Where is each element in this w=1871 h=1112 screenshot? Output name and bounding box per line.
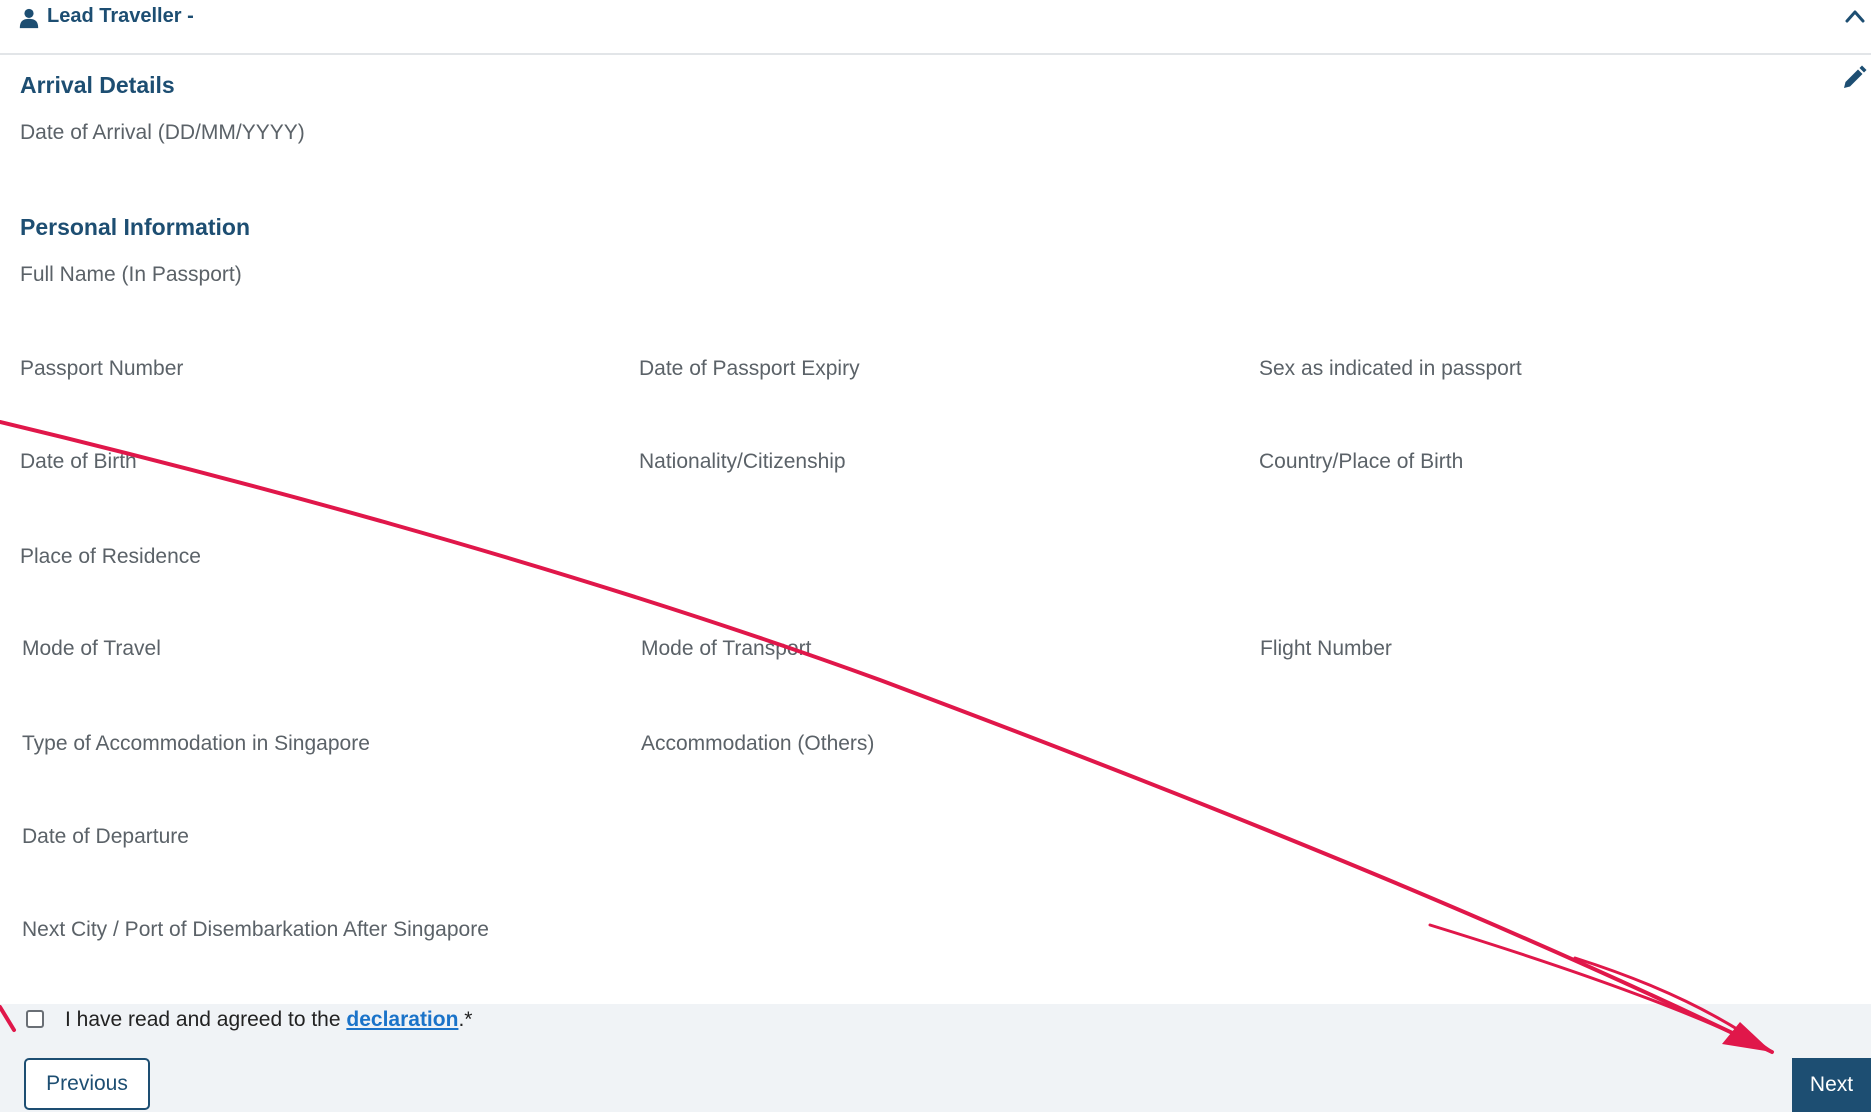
arrival-details-heading: Arrival Details bbox=[20, 72, 175, 98]
next-button[interactable]: Next bbox=[1792, 1058, 1871, 1112]
annotation-arrow bbox=[0, 420, 1774, 1054]
next-city-label: Next City / Port of Disembarkation After… bbox=[22, 918, 489, 941]
user-icon bbox=[19, 8, 39, 29]
date-of-birth-label: Date of Birth bbox=[20, 450, 137, 473]
passport-number-label: Passport Number bbox=[20, 357, 184, 380]
full-name-label: Full Name (In Passport) bbox=[20, 263, 242, 286]
previous-button[interactable]: Previous bbox=[24, 1058, 150, 1110]
lead-traveller-header[interactable]: Lead Traveller - bbox=[0, 0, 1871, 55]
date-of-departure-label: Date of Departure bbox=[22, 825, 189, 848]
accommodation-type-label: Type of Accommodation in Singapore bbox=[22, 732, 370, 755]
lead-traveller-title: Lead Traveller - bbox=[47, 5, 194, 27]
passport-expiry-label: Date of Passport Expiry bbox=[639, 357, 860, 380]
country-of-birth-label: Country/Place of Birth bbox=[1259, 450, 1464, 473]
nationality-label: Nationality/Citizenship bbox=[639, 450, 846, 473]
declaration-prefix: I have read and agreed to the bbox=[65, 1008, 347, 1031]
mode-of-transport-label: Mode of Transport bbox=[641, 637, 812, 660]
declaration-suffix: .* bbox=[458, 1008, 473, 1031]
flight-number-label: Flight Number bbox=[1260, 637, 1392, 660]
chevron-up-icon[interactable] bbox=[1843, 6, 1867, 26]
sex-label: Sex as indicated in passport bbox=[1259, 357, 1522, 380]
declaration-text: I have read and agreed to the declaratio… bbox=[65, 1008, 472, 1032]
accommodation-others-label: Accommodation (Others) bbox=[641, 732, 875, 755]
pencil-icon[interactable] bbox=[1840, 64, 1868, 92]
place-of-residence-label: Place of Residence bbox=[20, 545, 201, 568]
declaration-link[interactable]: declaration bbox=[346, 1008, 458, 1031]
date-of-arrival-label: Date of Arrival (DD/MM/YYYY) bbox=[20, 121, 305, 144]
personal-information-heading: Personal Information bbox=[20, 214, 251, 240]
declaration-checkbox[interactable] bbox=[26, 1010, 44, 1028]
mode-of-travel-label: Mode of Travel bbox=[22, 637, 161, 660]
